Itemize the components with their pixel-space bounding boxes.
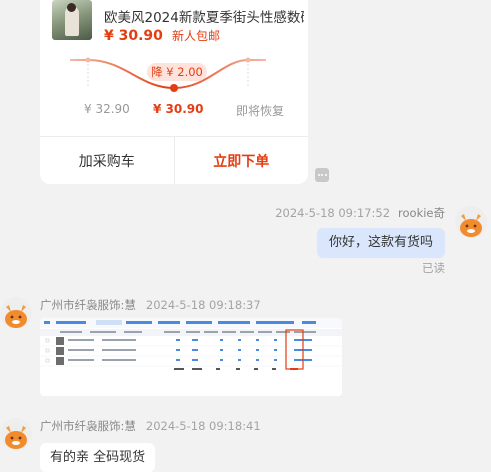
screenshot-attachment[interactable] <box>40 318 342 396</box>
seller-message-meta: 广州市纤袅服饰:慧 2024-5-18 09:18:41 <box>40 418 261 434</box>
order-now-button[interactable]: 立即下单 <box>175 137 309 184</box>
read-status: 已读 <box>422 261 445 275</box>
product-price: ¥ 30.90 <box>104 28 163 44</box>
message-time: 2024-5-18 09:17:52 <box>275 206 391 220</box>
original-price-label: ¥ 32.90 <box>84 102 130 116</box>
product-price-row: ¥ 30.90 新人包邮 <box>104 25 220 44</box>
add-to-cart-button[interactable]: 加采购车 <box>40 137 175 184</box>
seller-message-meta: 广州市纤袅服饰:慧 2024-5-18 09:18:37 <box>40 297 261 313</box>
price-drop-badge: 降 ¥ 2.00 <box>147 63 207 81</box>
sender-name: 广州市纤袅服饰:慧 <box>40 419 136 433</box>
product-thumbnail[interactable] <box>52 0 92 40</box>
restore-price-label: 即将恢复 <box>236 104 285 118</box>
seller-avatar[interactable] <box>0 418 32 450</box>
seller-avatar[interactable] <box>0 297 32 329</box>
message-time: 2024-5-18 09:18:37 <box>145 298 261 312</box>
seller-message-bubble[interactable]: 有的亲 全码现货 <box>40 443 156 472</box>
restore-price-point <box>245 57 251 63</box>
screenshot-image <box>40 318 342 396</box>
message-time: 2024-5-18 09:18:41 <box>145 419 261 433</box>
product-price-tag: 新人包邮 <box>172 29 221 43</box>
my-message-meta: 2024-5-18 09:17:52 rookie奇 <box>275 205 445 221</box>
sender-name: 广州市纤袅服饰:慧 <box>40 298 136 312</box>
my-avatar[interactable] <box>455 206 487 238</box>
current-price-point <box>170 84 178 92</box>
my-message-bubble[interactable]: 你好，这款有货吗 <box>316 228 445 258</box>
product-title[interactable]: 欧美风2024新款夏季街头性感数码 <box>104 6 304 26</box>
sender-name: rookie奇 <box>398 206 445 220</box>
current-price-label: ¥ 30.90 <box>153 102 204 116</box>
original-price-point <box>85 57 91 63</box>
product-actions: 加采购车 立即下单 <box>40 136 308 184</box>
more-icon[interactable] <box>315 168 329 182</box>
product-card[interactable]: 欧美风2024新款夏季街头性感数码 ¥ 30.90 新人包邮 降 ¥ 2.00 … <box>40 0 308 184</box>
